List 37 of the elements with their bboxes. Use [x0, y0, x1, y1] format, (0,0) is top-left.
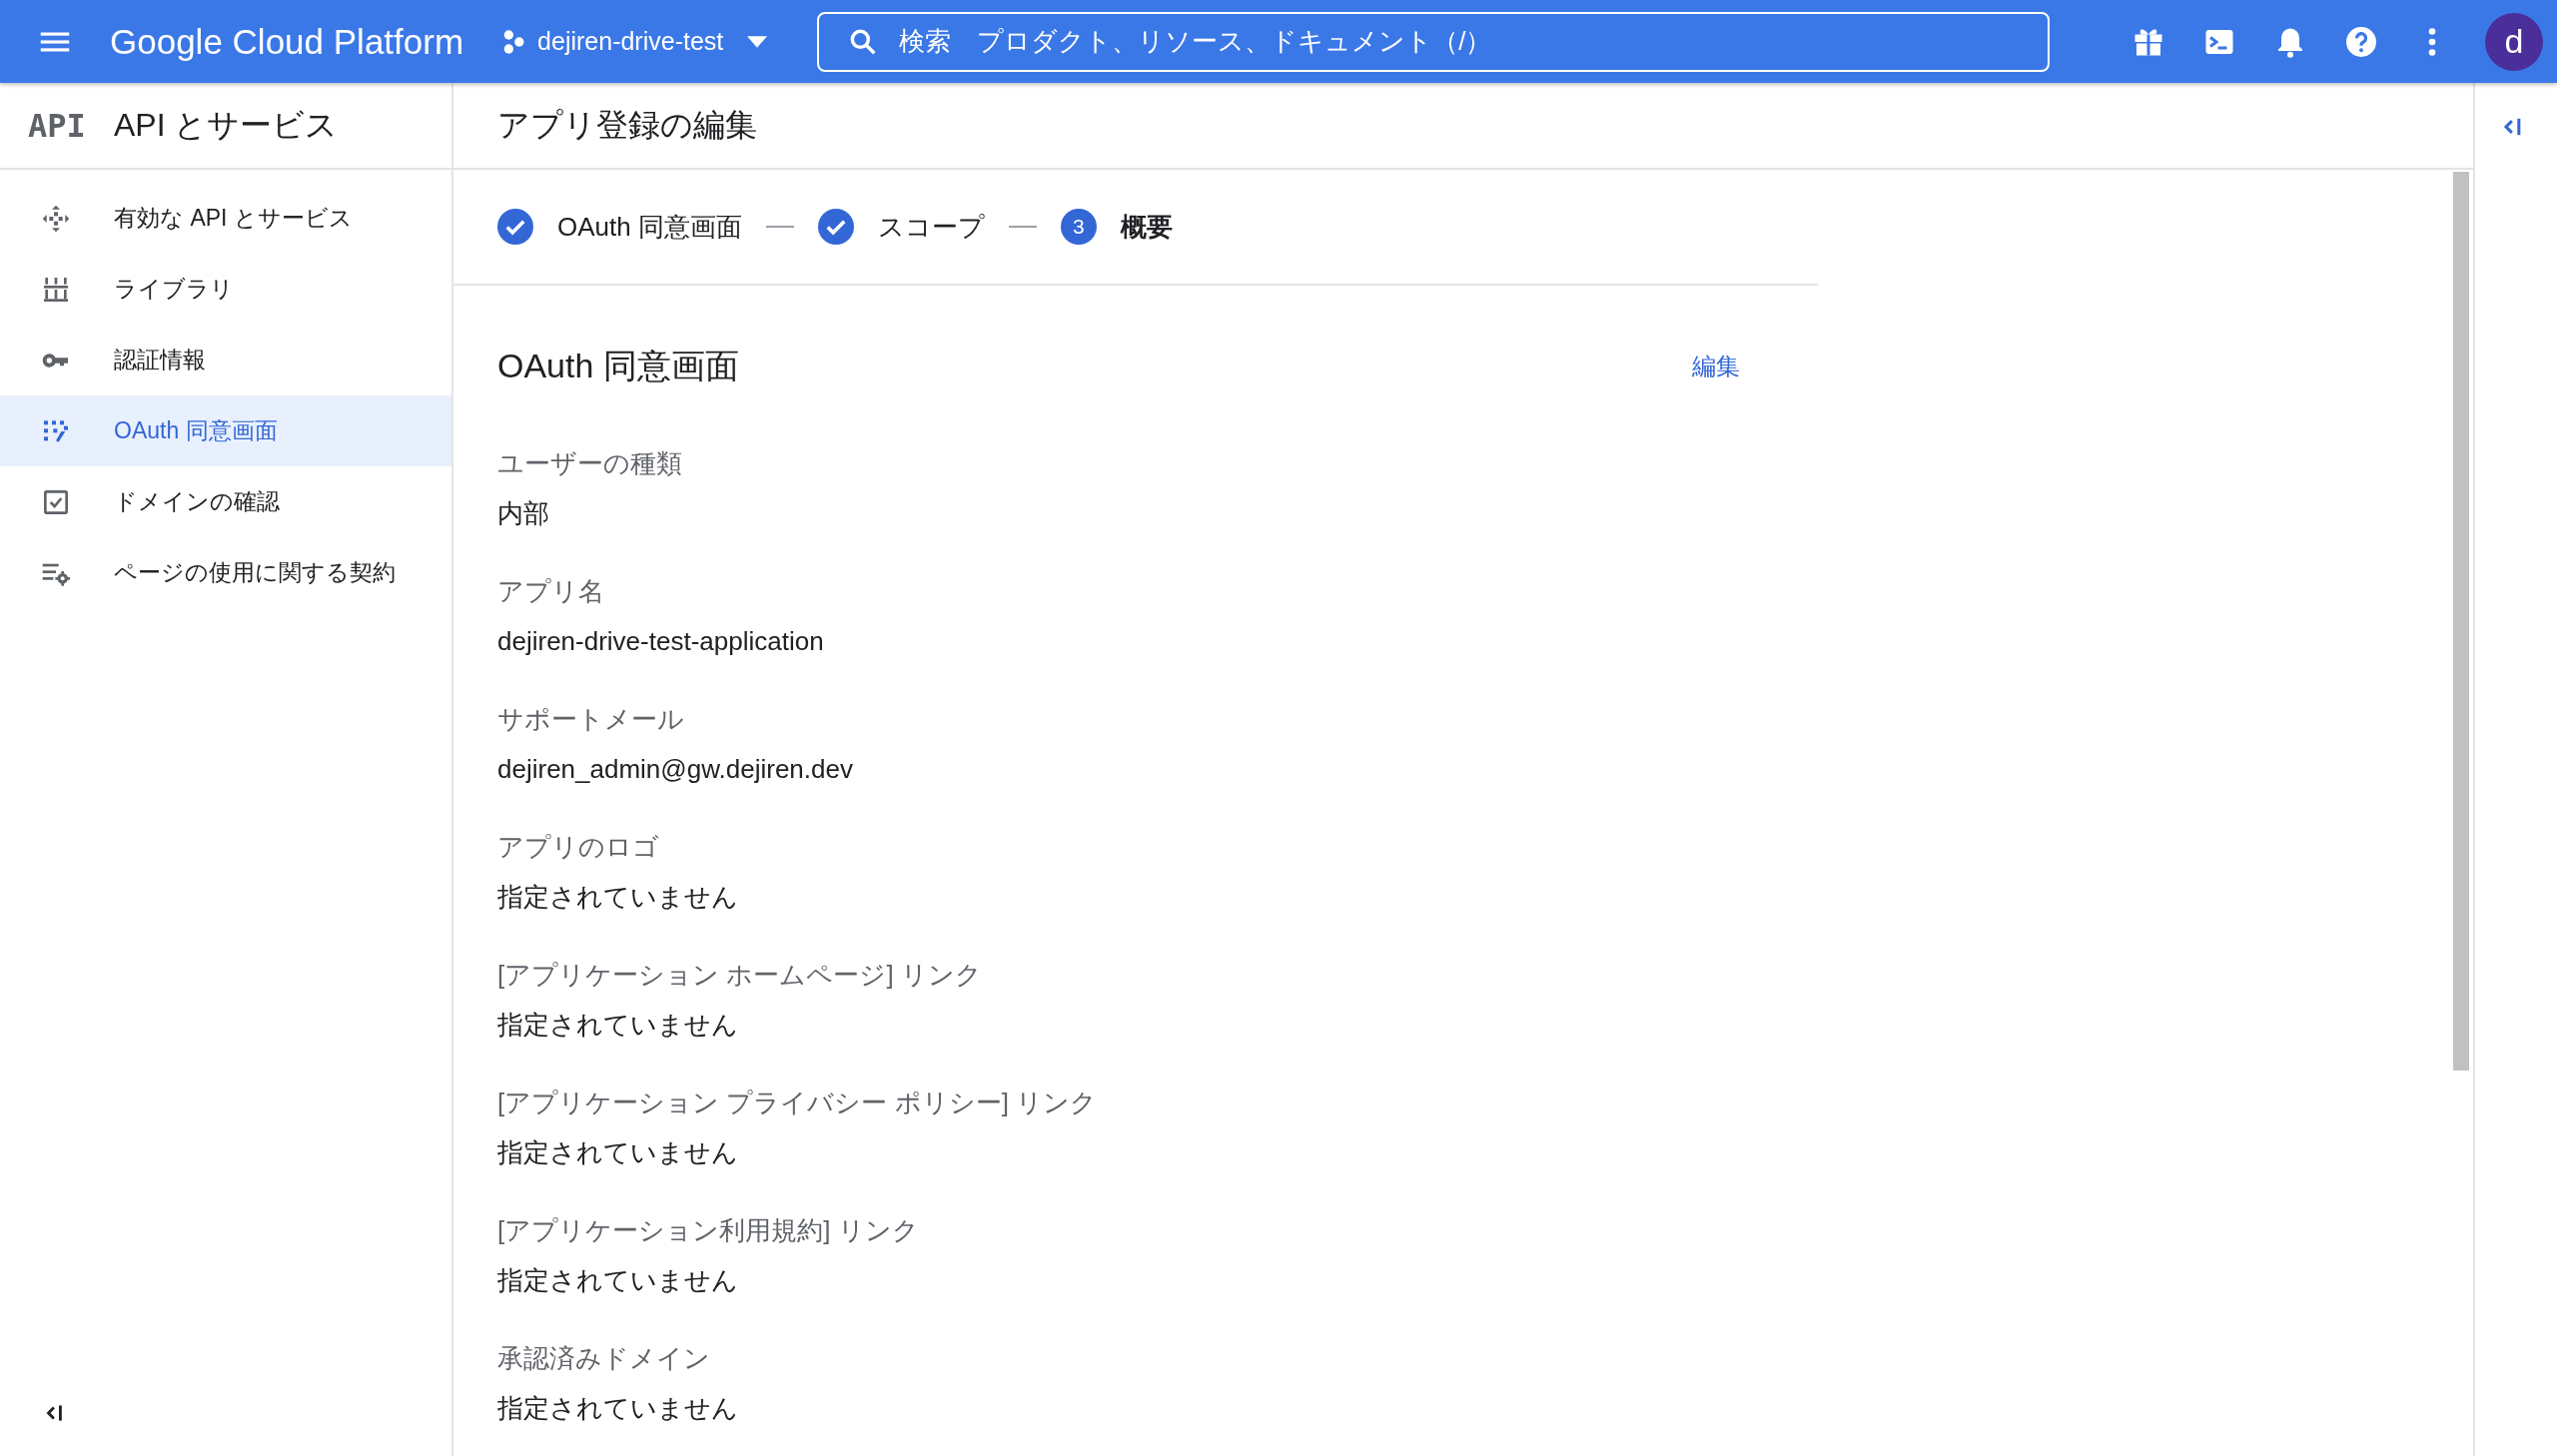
sidebar-item[interactable]: 有効な API とサービス [0, 183, 451, 254]
field-value: dejiren_admin@gw.dejiren.dev [497, 753, 854, 786]
field-label: [アプリケーション利用規約] リンク [497, 1214, 920, 1247]
field-label: アプリ名 [497, 575, 605, 608]
step-number: 3 [1060, 209, 1097, 245]
sidebar-title: API とサービス [114, 105, 339, 145]
page-title: アプリ登録の編集 [453, 83, 2473, 170]
field-value: 内部 [497, 497, 550, 530]
api-logo: API [28, 106, 87, 145]
sidebar-item[interactable]: ドメインの確認 [0, 466, 451, 537]
field-value: 指定されていません [497, 1264, 739, 1297]
field-value: 指定されていません [497, 1009, 739, 1042]
avatar[interactable]: d [2485, 12, 2543, 71]
section-title: OAuth 同意画面 [497, 346, 739, 386]
field-value: 指定されていません [497, 1392, 739, 1425]
product-name[interactable]: Google Cloud Platform [110, 21, 464, 62]
sidebar-item[interactable]: ライブラリ [0, 254, 451, 325]
field-value: 指定されていません [497, 881, 739, 914]
caret-icon [747, 35, 768, 48]
field-label: ユーザーの種類 [497, 447, 683, 480]
step-label: OAuth 同意画面 [557, 210, 742, 244]
field-label: [アプリケーション ホームページ] リンク [497, 959, 983, 992]
sidebar-item[interactable]: OAuth 同意画面 [0, 395, 451, 466]
sidebar-item[interactable]: 認証情報 [0, 325, 451, 395]
step-label: 概要 [1120, 210, 1173, 244]
step-label: スコープ [877, 210, 985, 244]
field-value: dejiren-drive-test-application [497, 625, 825, 658]
field-label: 承認済みドメイン [497, 1342, 711, 1375]
scrollbar[interactable] [2453, 172, 2469, 1071]
field-label: [アプリケーション プライバシー ポリシー] リンク [497, 1087, 1099, 1119]
field-label: サポートメール [497, 703, 685, 736]
sidebar-item[interactable]: ページの使用に関する契約 [0, 537, 451, 608]
search-field[interactable]: 検索 プロダクト、リソース、ドキュメント（/） [817, 11, 2051, 72]
field-label: アプリのロゴ [497, 831, 660, 864]
edit-link[interactable]: 編集 [1692, 351, 1740, 382]
field-value: 指定されていません [497, 1136, 739, 1169]
project-selector[interactable]: dejiren-drive-test [499, 27, 768, 56]
